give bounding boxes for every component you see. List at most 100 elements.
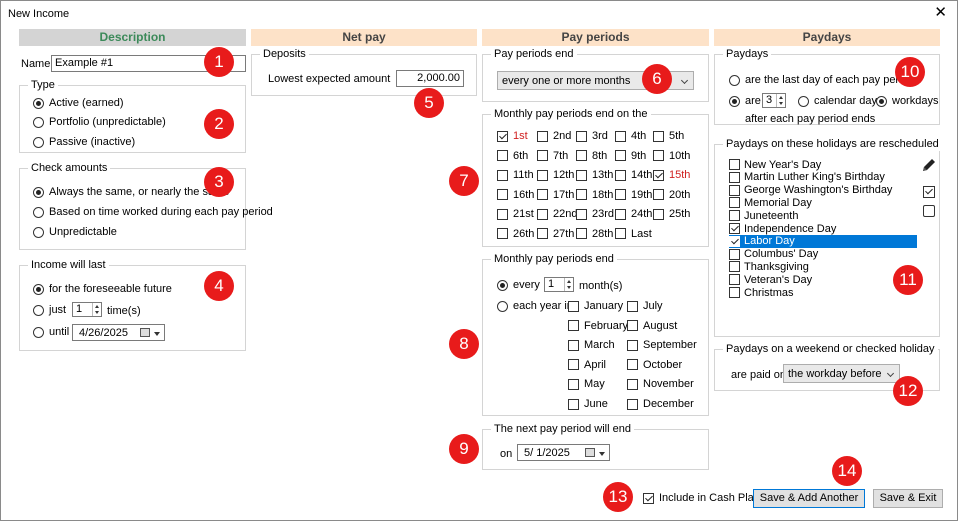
month-option-12[interactable]: December: [627, 398, 694, 410]
month-checkbox[interactable]: [568, 359, 579, 371]
paid-on-select[interactable]: the workday before: [783, 364, 900, 383]
day-checkbox[interactable]: [615, 228, 626, 239]
holiday-item[interactable]: Labor Day: [729, 234, 917, 248]
month-option-3[interactable]: February: [568, 320, 628, 332]
pencil-icon[interactable]: [921, 157, 937, 173]
check-option-unpredictable[interactable]: Unpredictable: [33, 226, 117, 238]
holiday-checkbox[interactable]: [729, 210, 740, 222]
day-option-19[interactable]: 19th: [615, 189, 652, 201]
day-checkbox[interactable]: [497, 208, 508, 220]
day-checkbox[interactable]: [537, 150, 548, 161]
day-option-11[interactable]: 11th: [497, 169, 534, 181]
month-option-7[interactable]: April: [568, 359, 606, 371]
holiday-item[interactable]: George Washington's Birthday: [729, 184, 917, 197]
day-checkbox[interactable]: [537, 169, 548, 181]
month-checkbox[interactable]: [627, 378, 638, 390]
radio-same[interactable]: [33, 186, 44, 198]
day-checkbox[interactable]: [497, 189, 508, 200]
day-option-14[interactable]: 14th: [615, 169, 652, 181]
type-option-passive[interactable]: Passive (inactive): [33, 136, 135, 148]
last-option-foreseeable[interactable]: for the foreseeable future: [33, 283, 172, 295]
day-checkbox[interactable]: [653, 208, 664, 220]
day-option-22[interactable]: 22nd: [537, 208, 577, 220]
chevron-down-icon[interactable]: [886, 369, 895, 378]
last-option-just[interactable]: just: [33, 304, 66, 316]
day-option-20[interactable]: 20th: [653, 189, 690, 201]
month-option-11[interactable]: June: [568, 398, 608, 410]
holiday-item[interactable]: Thanksgiving: [729, 260, 917, 273]
holiday-checkbox[interactable]: [729, 235, 740, 247]
radio-just[interactable]: [33, 304, 44, 316]
day-checkbox[interactable]: [497, 150, 508, 161]
day-option-16[interactable]: 16th: [497, 189, 534, 201]
day-checkbox[interactable]: [576, 189, 587, 200]
day-option-26[interactable]: 26th: [497, 228, 534, 240]
month-option-8[interactable]: October: [627, 359, 682, 371]
every-option[interactable]: every: [497, 279, 540, 291]
holiday-checkbox[interactable]: [729, 171, 740, 183]
day-checkbox[interactable]: [653, 169, 664, 181]
until-date-picker[interactable]: 4/26/2025: [72, 324, 165, 341]
holiday-checkbox[interactable]: [729, 274, 740, 286]
day-checkbox[interactable]: [537, 130, 548, 142]
holiday-item[interactable]: Independence Day: [729, 222, 917, 235]
day-checkbox[interactable]: [576, 130, 587, 142]
day-option-6[interactable]: 6th: [497, 150, 528, 162]
day-checkbox[interactable]: [497, 169, 508, 181]
check-option-same[interactable]: Always the same, or nearly the same: [33, 186, 229, 198]
are-days-stepper[interactable]: 3: [762, 93, 786, 108]
holiday-checkbox[interactable]: [729, 197, 740, 209]
month-checkbox[interactable]: [627, 359, 638, 371]
day-checkbox[interactable]: [576, 208, 587, 220]
holiday-checkbox[interactable]: [729, 159, 740, 170]
radio-calendar-days[interactable]: [798, 95, 809, 107]
day-option-18[interactable]: 18th: [576, 189, 613, 201]
holiday-list[interactable]: New Year's Day Martin Luther King's Birth…: [729, 158, 919, 303]
every-months-stepper[interactable]: 1: [544, 277, 574, 292]
day-checkbox[interactable]: [615, 208, 626, 220]
month-checkbox[interactable]: [568, 320, 579, 332]
include-cash-plan-option[interactable]: Include in Cash Plan: [643, 492, 760, 504]
chevron-down-icon[interactable]: [680, 76, 689, 85]
month-option-10[interactable]: November: [627, 378, 694, 390]
holiday-item[interactable]: New Year's Day: [729, 158, 917, 171]
day-checkbox[interactable]: [497, 130, 508, 142]
holiday-item[interactable]: Veteran's Day: [729, 273, 917, 286]
are-option[interactable]: are: [729, 95, 761, 107]
calendar-icon[interactable]: [140, 328, 150, 337]
day-option-21[interactable]: 21st: [497, 208, 534, 220]
day-checkbox[interactable]: [576, 169, 587, 181]
radio-foreseeable[interactable]: [33, 283, 44, 295]
holiday-checkbox[interactable]: [729, 223, 740, 234]
day-option-13[interactable]: 13th: [576, 169, 613, 181]
day-option-5[interactable]: 5th: [653, 130, 684, 142]
day-option-8[interactable]: 8th: [576, 150, 607, 162]
day-option-3[interactable]: 3rd: [576, 130, 608, 142]
calendar-days-option[interactable]: calendar days: [798, 95, 883, 107]
month-option-4[interactable]: August: [627, 320, 677, 332]
holiday-item[interactable]: Martin Luther King's Birthday: [729, 171, 917, 184]
holiday-checkbox[interactable]: [729, 184, 740, 196]
month-checkbox[interactable]: [568, 378, 579, 390]
holiday-item[interactable]: Memorial Day: [729, 196, 917, 209]
last-option-until[interactable]: until: [33, 326, 69, 338]
day-option-15[interactable]: 15th: [653, 169, 690, 181]
radio-passive[interactable]: [33, 136, 44, 148]
day-option-9[interactable]: 9th: [615, 150, 646, 162]
day-option-24[interactable]: 24th: [615, 208, 652, 220]
day-checkbox[interactable]: [615, 130, 626, 142]
stepper-arrows-icon[interactable]: [776, 94, 785, 107]
day-checkbox[interactable]: [537, 189, 548, 200]
day-checkbox[interactable]: [615, 189, 626, 200]
radio-time-worked[interactable]: [33, 206, 44, 218]
radio-portfolio[interactable]: [33, 116, 44, 128]
day-checkbox[interactable]: [576, 150, 587, 161]
month-option-5[interactable]: March: [568, 339, 615, 351]
month-checkbox[interactable]: [627, 320, 638, 332]
day-option-2[interactable]: 2nd: [537, 130, 571, 142]
month-option-9[interactable]: May: [568, 378, 605, 390]
radio-until[interactable]: [33, 326, 44, 338]
each-year-option[interactable]: each year in: [497, 300, 573, 312]
day-checkbox[interactable]: [537, 208, 548, 220]
holiday-item[interactable]: Columbus' Day: [729, 248, 917, 261]
